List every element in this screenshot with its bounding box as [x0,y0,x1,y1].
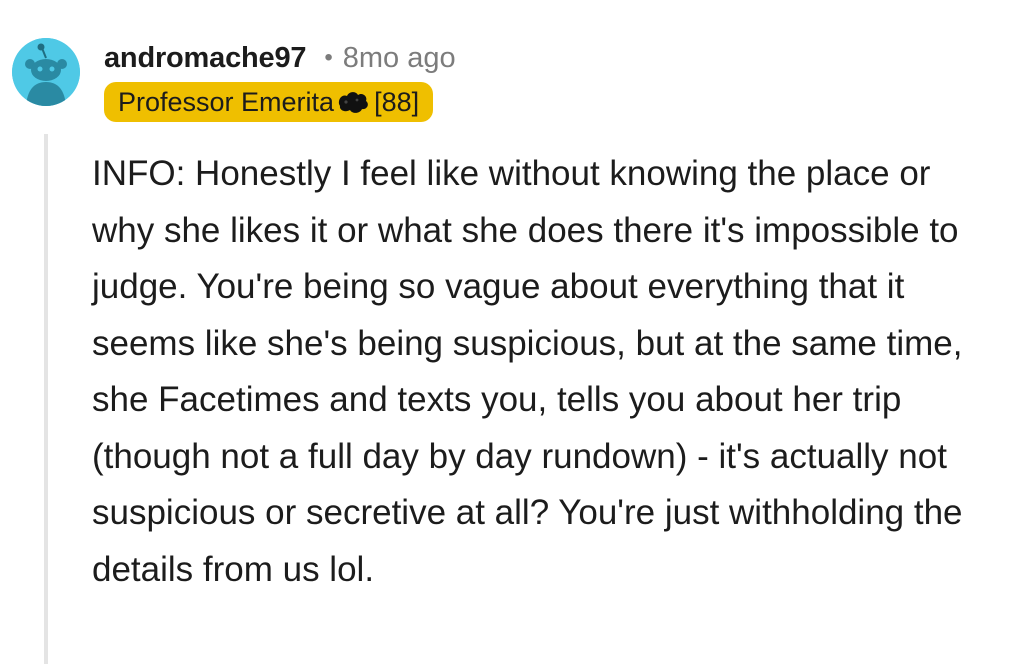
comment-meta: andromache97 • 8mo ago [104,38,456,78]
flair-title: Professor Emerita [118,86,335,117]
comment: andromache97 • 8mo ago Professor Emerita… [0,0,1009,664]
meta-separator: • [324,44,333,71]
comment-age: 8mo ago [342,41,456,74]
flair-count: [88] [374,86,420,117]
comment-body: INFO: Honestly I feel like without knowi… [92,154,963,589]
thread-line[interactable] [44,134,48,664]
avatar[interactable] [12,38,80,106]
user-flair: Professor Emerita [88] [104,82,434,122]
reddit-snoo-avatar-icon [12,38,80,106]
username[interactable]: andromache97 [104,42,307,75]
dark-blob-icon [336,89,370,115]
